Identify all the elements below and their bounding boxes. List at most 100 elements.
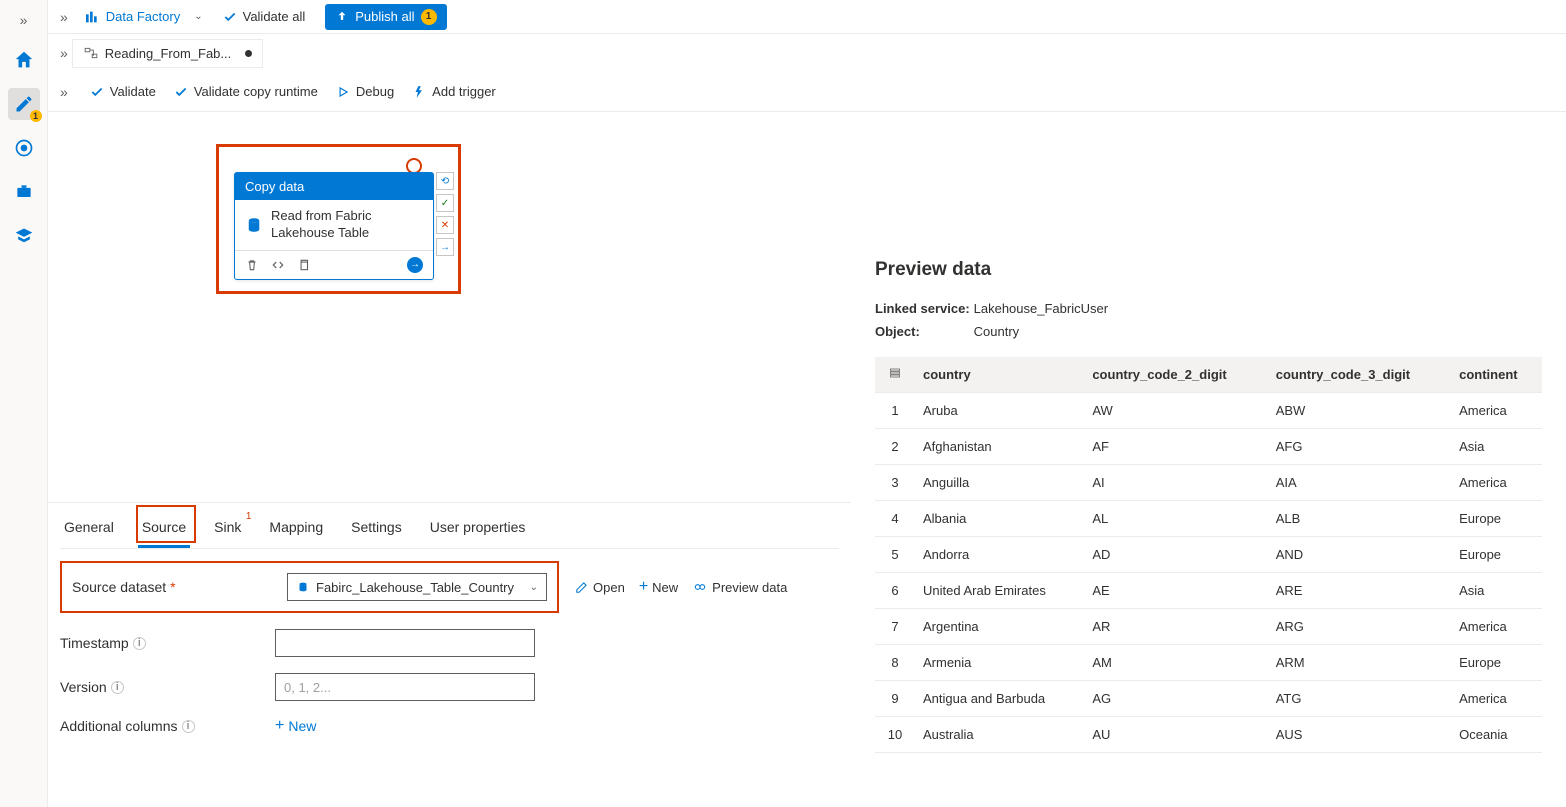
tab-settings[interactable]: Settings xyxy=(347,509,406,548)
publish-count-badge: 1 xyxy=(421,9,437,25)
cell: Aruba xyxy=(915,393,1084,429)
row-number: 9 xyxy=(875,681,915,717)
delete-icon[interactable] xyxy=(245,258,259,272)
new-dataset-button[interactable]: + New xyxy=(639,578,678,596)
version-label: Version i xyxy=(60,679,275,695)
cell: AU xyxy=(1084,717,1267,753)
cell: AE xyxy=(1084,573,1267,609)
additional-columns-label: Additional columns i xyxy=(60,718,275,734)
cell: AG xyxy=(1084,681,1267,717)
expand-rail-icon[interactable]: » xyxy=(16,8,32,32)
expand-main-icon[interactable]: » xyxy=(56,5,72,29)
cell: AD xyxy=(1084,537,1267,573)
cell: Europe xyxy=(1451,501,1542,537)
output-arrow-icon[interactable]: → xyxy=(407,257,423,273)
pipeline-tab[interactable]: Reading_From_Fab... xyxy=(72,39,263,68)
col-code3[interactable]: country_code_3_digit xyxy=(1268,357,1451,393)
properties-tabs: General Source Sink 1 Mapping Settings U… xyxy=(60,503,839,549)
expand-tabs-icon[interactable]: » xyxy=(56,41,72,65)
object-row: Object: Country xyxy=(875,324,1542,339)
row-number: 5 xyxy=(875,537,915,573)
cell: Australia xyxy=(915,717,1084,753)
publish-all-button[interactable]: Publish all 1 xyxy=(325,4,446,30)
row-number: 4 xyxy=(875,501,915,537)
version-input[interactable] xyxy=(275,673,535,701)
preview-data-button[interactable]: Preview data xyxy=(692,578,787,596)
info-icon[interactable]: i xyxy=(133,637,146,650)
cell: AM xyxy=(1084,645,1267,681)
debug-button[interactable]: Debug xyxy=(336,84,394,99)
code-icon[interactable] xyxy=(271,258,285,272)
cell: United Arab Emirates xyxy=(915,573,1084,609)
validate-copy-runtime-button[interactable]: Validate copy runtime xyxy=(174,84,318,99)
chevron-down-icon: ⌄ xyxy=(530,582,538,593)
preview-title: Preview data xyxy=(875,259,1542,281)
open-dataset-button[interactable]: Open xyxy=(575,578,625,596)
cell: AFG xyxy=(1268,429,1451,465)
cell: AND xyxy=(1268,537,1451,573)
tab-user-properties[interactable]: User properties xyxy=(426,509,530,548)
success-handle-icon[interactable]: ✓ xyxy=(436,194,454,212)
col-code2[interactable]: country_code_2_digit xyxy=(1084,357,1267,393)
cell: ABW xyxy=(1268,393,1451,429)
row-number: 3 xyxy=(875,465,915,501)
cell: AUS xyxy=(1268,717,1451,753)
preview-data-panel: Preview data Linked service: Lakehouse_F… xyxy=(851,235,1566,807)
table-row[interactable]: 9Antigua and BarbudaAGATGAmerica xyxy=(875,681,1542,717)
timestamp-input[interactable] xyxy=(275,629,535,657)
cell: ALB xyxy=(1268,501,1451,537)
linked-service-row: Linked service: Lakehouse_FabricUser xyxy=(875,301,1542,316)
skip-handle-icon[interactable]: → xyxy=(436,238,454,256)
table-header-row: country country_code_2_digit country_cod… xyxy=(875,357,1542,393)
copy-data-activity[interactable]: Copy data Read from Fabric Lakehouse Tab… xyxy=(234,172,434,280)
source-dataset-select[interactable]: Fabirc_Lakehouse_Table_Country ⌄ xyxy=(287,573,547,601)
table-row[interactable]: 3AnguillaAIAIAAmerica xyxy=(875,465,1542,501)
cell: AI xyxy=(1084,465,1267,501)
author-badge: 1 xyxy=(30,110,42,122)
table-row[interactable]: 5AndorraADANDEurope xyxy=(875,537,1542,573)
cell: Anguilla xyxy=(915,465,1084,501)
table-row[interactable]: 2AfghanistanAFAFGAsia xyxy=(875,429,1542,465)
table-row[interactable]: 10AustraliaAUAUSOceania xyxy=(875,717,1542,753)
table-row[interactable]: 1ArubaAWABWAmerica xyxy=(875,393,1542,429)
completion-handle-icon[interactable]: ⟲ xyxy=(436,172,454,190)
pipeline-toolbar: » Validate Validate copy runtime Debug A… xyxy=(48,72,1566,112)
cell: Asia xyxy=(1451,429,1542,465)
cell: ARG xyxy=(1268,609,1451,645)
tab-mapping[interactable]: Mapping xyxy=(265,509,327,548)
add-trigger-button[interactable]: Add trigger xyxy=(412,84,496,99)
expand-activities-icon[interactable]: » xyxy=(56,80,72,104)
author-pencil-icon[interactable]: 1 xyxy=(8,88,40,120)
table-row[interactable]: 4AlbaniaALALBEurope xyxy=(875,501,1542,537)
table-row[interactable]: 6United Arab EmiratesAEAREAsia xyxy=(875,573,1542,609)
learn-icon[interactable] xyxy=(8,220,40,252)
required-asterisk: * xyxy=(170,579,175,595)
cell: ARE xyxy=(1268,573,1451,609)
activity-name: Read from Fabric Lakehouse Table xyxy=(271,208,423,242)
tab-source[interactable]: Source xyxy=(138,509,190,548)
tab-sink[interactable]: Sink 1 xyxy=(210,509,245,548)
col-continent[interactable]: continent xyxy=(1451,357,1542,393)
manage-icon[interactable] xyxy=(8,176,40,208)
cell: AL xyxy=(1084,501,1267,537)
data-factory-selector[interactable]: Data Factory ⌄ xyxy=(84,9,203,25)
home-icon[interactable] xyxy=(8,44,40,76)
copy-icon[interactable] xyxy=(297,258,311,272)
left-nav-rail: » 1 xyxy=(0,0,48,807)
cell: America xyxy=(1451,465,1542,501)
tab-general[interactable]: General xyxy=(60,509,118,548)
cell: Europe xyxy=(1451,537,1542,573)
failure-handle-icon[interactable]: ✕ xyxy=(436,216,454,234)
row-number: 6 xyxy=(875,573,915,609)
monitor-icon[interactable] xyxy=(8,132,40,164)
col-country[interactable]: country xyxy=(915,357,1084,393)
cell: AIA xyxy=(1268,465,1451,501)
validate-all-button[interactable]: Validate all xyxy=(215,5,314,28)
info-icon[interactable]: i xyxy=(182,720,195,733)
table-row[interactable]: 7ArgentinaARARGAmerica xyxy=(875,609,1542,645)
new-additional-column-button[interactable]: + New xyxy=(275,717,316,735)
table-row[interactable]: 8ArmeniaAMARMEurope xyxy=(875,645,1542,681)
cell: AW xyxy=(1084,393,1267,429)
info-icon[interactable]: i xyxy=(111,681,124,694)
validate-button[interactable]: Validate xyxy=(90,84,156,99)
